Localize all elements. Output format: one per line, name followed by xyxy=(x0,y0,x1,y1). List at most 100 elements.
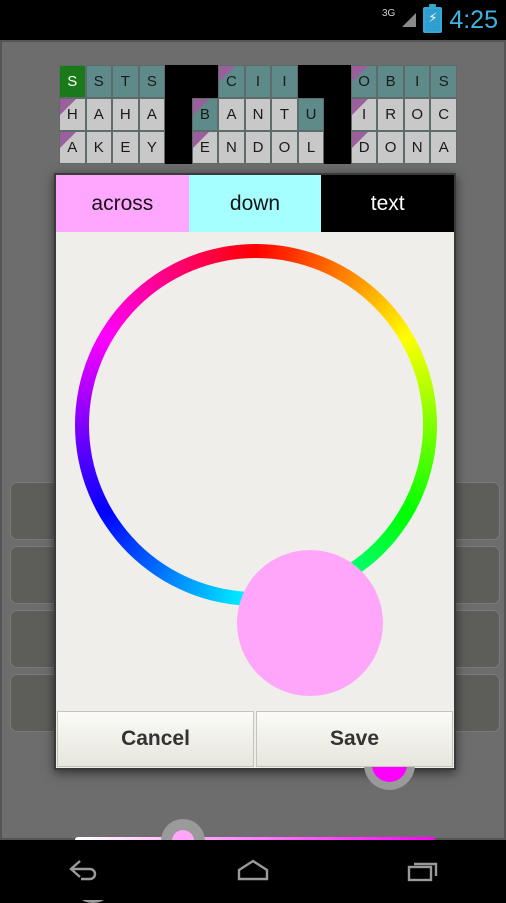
app-background: SSTSCIIOBISHAHABANTUIROCAKEYENDOLDONA ac… xyxy=(0,40,506,903)
cell-letter: S xyxy=(67,73,78,90)
crossword-cell xyxy=(191,65,219,98)
cancel-button[interactable]: Cancel xyxy=(57,711,254,767)
crossword-cell[interactable]: I xyxy=(403,65,431,98)
crossword-cell[interactable]: N xyxy=(218,131,245,164)
crossword-cell[interactable]: R xyxy=(377,98,404,131)
crossword-cell[interactable]: O xyxy=(271,131,298,164)
cell-letter: H xyxy=(66,106,78,123)
battery-charging-icon: ⚡ xyxy=(423,4,443,33)
tab-text[interactable]: text xyxy=(321,175,455,232)
hue-wheel[interactable] xyxy=(75,244,437,606)
crossword-cell[interactable]: D xyxy=(244,131,272,164)
crossword-cell[interactable]: I xyxy=(271,65,298,98)
crossword-cell[interactable]: B xyxy=(191,98,219,131)
crossword-cell[interactable]: A xyxy=(85,98,113,131)
cell-letter: S xyxy=(146,73,157,90)
cell-letter: D xyxy=(252,139,264,156)
crossword-cell xyxy=(324,65,351,98)
crossword-cell[interactable]: O xyxy=(403,98,431,131)
crossword-grid[interactable]: SSTSCIIOBISHAHABANTUIROCAKEYENDOLDONA xyxy=(59,65,457,165)
crossword-cell[interactable]: A xyxy=(430,131,457,164)
navigation-bar xyxy=(0,840,506,900)
recent-apps-icon[interactable] xyxy=(392,850,452,890)
crossword-cell[interactable]: T xyxy=(112,65,139,98)
cell-letter: A xyxy=(146,106,157,123)
crossword-cell[interactable]: O xyxy=(350,65,378,98)
crossword-cell[interactable]: A xyxy=(59,131,86,164)
cell-letter: A xyxy=(67,139,78,156)
crossword-cell[interactable]: T xyxy=(271,98,298,131)
cell-letter: N xyxy=(411,139,423,156)
crossword-cell[interactable]: H xyxy=(59,98,86,131)
crossword-cell[interactable]: N xyxy=(244,98,272,131)
cell-letter: O xyxy=(278,139,291,156)
network-type-label: 3G xyxy=(381,8,396,19)
home-icon[interactable] xyxy=(223,850,283,890)
crossword-cell[interactable]: U xyxy=(297,98,325,131)
crossword-cell[interactable]: A xyxy=(138,98,166,131)
cell-letter: E xyxy=(120,139,131,156)
cell-letter: S xyxy=(93,73,104,90)
cell-letter: A xyxy=(226,106,237,123)
crossword-cell[interactable]: D xyxy=(350,131,378,164)
tab-across[interactable]: across xyxy=(56,175,189,232)
status-bar-right-cluster: 3G ⚡ 4:25 xyxy=(382,0,498,40)
dialog-button-bar: Cancel Save xyxy=(56,710,454,768)
crossword-cell[interactable]: O xyxy=(377,131,404,164)
cell-letter: C xyxy=(438,106,450,123)
dialog-tab-bar: across down text xyxy=(56,175,455,232)
cell-letter: R xyxy=(385,106,397,123)
cell-letter: S xyxy=(438,73,449,90)
cell-letter: I xyxy=(282,73,287,90)
cell-letter: C xyxy=(226,73,237,90)
save-button[interactable]: Save xyxy=(256,711,453,767)
color-picker-dialog: across down text Cancel Save xyxy=(54,173,456,903)
crossword-cell[interactable]: S xyxy=(430,65,457,98)
crossword-cell[interactable]: S xyxy=(138,65,166,98)
cell-letter: D xyxy=(358,139,370,156)
color-picker-area xyxy=(56,232,454,903)
tab-text-label: text xyxy=(370,191,405,215)
crossword-cell[interactable]: N xyxy=(403,131,431,164)
crossword-cell xyxy=(297,65,325,98)
cell-letter: A xyxy=(93,106,104,123)
cell-letter: O xyxy=(358,73,370,90)
crossword-cell[interactable]: E xyxy=(112,131,139,164)
crossword-cell[interactable]: H xyxy=(112,98,139,131)
crossword-cell[interactable]: L xyxy=(297,131,325,164)
cell-letter: U xyxy=(305,106,317,123)
crossword-cell[interactable]: C xyxy=(430,98,457,131)
crossword-cell[interactable]: I xyxy=(244,65,272,98)
crossword-cell[interactable]: E xyxy=(191,131,219,164)
crossword-cell xyxy=(165,131,192,164)
tab-down[interactable]: down xyxy=(188,175,322,232)
crossword-cell xyxy=(324,98,351,131)
crossword-row: AKEYENDOLDONA xyxy=(59,131,457,164)
back-icon[interactable] xyxy=(54,850,114,890)
crossword-cell[interactable]: B xyxy=(377,65,404,98)
crossword-cell[interactable]: Y xyxy=(138,131,166,164)
status-clock: 4:25 xyxy=(449,5,498,34)
crossword-row: HAHABANTUIROC xyxy=(59,98,457,131)
color-preview-swatch xyxy=(237,550,383,696)
cell-letter: I xyxy=(255,73,261,90)
crossword-row: SSTSCIIOBIS xyxy=(59,65,457,98)
crossword-cell[interactable]: I xyxy=(350,98,378,131)
cell-letter: B xyxy=(385,73,396,90)
tab-across-label: across xyxy=(91,191,154,215)
crossword-cell[interactable]: C xyxy=(218,65,245,98)
cell-letter: I xyxy=(362,106,367,123)
crossword-cell xyxy=(165,98,192,131)
cancel-button-label: Cancel xyxy=(121,727,190,750)
cell-letter: E xyxy=(199,139,210,156)
signal-triangle-icon xyxy=(402,13,417,27)
cell-letter: B xyxy=(199,106,210,123)
crossword-cell[interactable]: S xyxy=(59,65,86,98)
cell-letter: Y xyxy=(146,139,157,156)
cell-letter: A xyxy=(438,139,449,156)
charging-bolt-glyph: ⚡ xyxy=(428,10,438,25)
crossword-cell[interactable]: A xyxy=(218,98,245,131)
cell-letter: L xyxy=(306,139,316,156)
crossword-cell[interactable]: S xyxy=(85,65,113,98)
crossword-cell[interactable]: K xyxy=(85,131,113,164)
